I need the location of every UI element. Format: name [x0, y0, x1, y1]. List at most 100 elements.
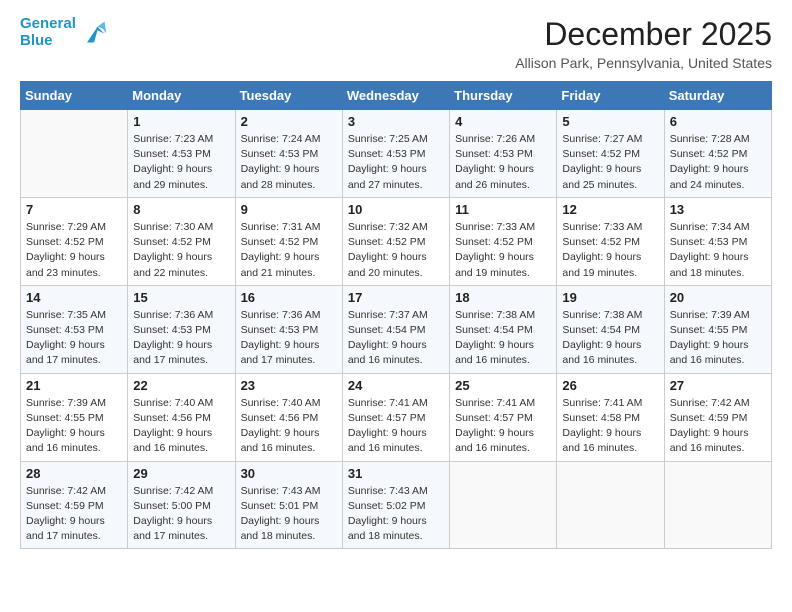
calendar-cell: 26 Sunrise: 7:41 AMSunset: 4:58 PMDayligh… — [557, 373, 664, 461]
day-number: 19 — [562, 290, 658, 305]
day-info: Sunrise: 7:43 AMSunset: 5:01 PMDaylight:… — [241, 484, 337, 545]
calendar-cell: 29 Sunrise: 7:42 AMSunset: 5:00 PMDayligh… — [128, 461, 235, 549]
day-number: 31 — [348, 466, 444, 481]
calendar-cell: 19 Sunrise: 7:38 AMSunset: 4:54 PMDayligh… — [557, 285, 664, 373]
day-number: 9 — [241, 202, 337, 217]
day-info: Sunrise: 7:42 AMSunset: 5:00 PMDaylight:… — [133, 484, 229, 545]
calendar-cell: 21Sunrise: 7:39 AMSunset: 4:55 PMDayligh… — [21, 373, 128, 461]
calendar-cell — [450, 461, 557, 549]
calendar-cell: 24 Sunrise: 7:41 AMSunset: 4:57 PMDayligh… — [342, 373, 449, 461]
day-number: 14 — [26, 290, 122, 305]
calendar-cell: 9Sunrise: 7:31 AMSunset: 4:52 PMDaylight… — [235, 197, 342, 285]
day-info: Sunrise: 7:33 AMSunset: 4:52 PMDaylight:… — [455, 220, 551, 281]
calendar-cell: 27Sunrise: 7:42 AMSunset: 4:59 PMDayligh… — [664, 373, 771, 461]
day-number: 17 — [348, 290, 444, 305]
day-info: Sunrise: 7:29 AMSunset: 4:52 PMDaylight:… — [26, 220, 122, 281]
weekday-header-monday: Monday — [128, 82, 235, 110]
day-info: Sunrise: 7:35 AMSunset: 4:53 PMDaylight:… — [26, 308, 122, 369]
day-info: Sunrise: 7:41 AMSunset: 4:57 PMDaylight:… — [455, 396, 551, 457]
calendar-cell — [557, 461, 664, 549]
day-info: Sunrise: 7:41 AMSunset: 4:58 PMDaylight:… — [562, 396, 658, 457]
day-number: 30 — [241, 466, 337, 481]
calendar-cell: 10 Sunrise: 7:32 AMSunset: 4:52 PMDayligh… — [342, 197, 449, 285]
day-info: Sunrise: 7:27 AMSunset: 4:52 PMDaylight:… — [562, 132, 658, 193]
day-info: Sunrise: 7:42 AMSunset: 4:59 PMDaylight:… — [670, 396, 766, 457]
day-info: Sunrise: 7:39 AMSunset: 4:55 PMDaylight:… — [670, 308, 766, 369]
calendar-cell: 22 Sunrise: 7:40 AMSunset: 4:56 PMDayligh… — [128, 373, 235, 461]
calendar-week-4: 21Sunrise: 7:39 AMSunset: 4:55 PMDayligh… — [21, 373, 772, 461]
day-number: 5 — [562, 114, 658, 129]
day-number: 4 — [455, 114, 551, 129]
day-info: Sunrise: 7:23 AMSunset: 4:53 PMDaylight:… — [133, 132, 229, 193]
main-title: December 2025 — [515, 16, 772, 53]
day-info: Sunrise: 7:40 AMSunset: 4:56 PMDaylight:… — [133, 396, 229, 457]
weekday-header-sunday: Sunday — [21, 82, 128, 110]
calendar-cell: 18 Sunrise: 7:38 AMSunset: 4:54 PMDayligh… — [450, 285, 557, 373]
day-number: 8 — [133, 202, 229, 217]
day-info: Sunrise: 7:34 AMSunset: 4:53 PMDaylight:… — [670, 220, 766, 281]
day-number: 1 — [133, 114, 229, 129]
title-area: December 2025 Allison Park, Pennsylvania… — [515, 16, 772, 71]
calendar-week-2: 7Sunrise: 7:29 AMSunset: 4:52 PMDaylight… — [21, 197, 772, 285]
day-info: Sunrise: 7:30 AMSunset: 4:52 PMDaylight:… — [133, 220, 229, 281]
day-number: 11 — [455, 202, 551, 217]
day-number: 25 — [455, 378, 551, 393]
day-number: 28 — [26, 466, 122, 481]
calendar-cell: 15 Sunrise: 7:36 AMSunset: 4:53 PMDayligh… — [128, 285, 235, 373]
day-number: 29 — [133, 466, 229, 481]
day-info: Sunrise: 7:36 AMSunset: 4:53 PMDaylight:… — [241, 308, 337, 369]
day-info: Sunrise: 7:38 AMSunset: 4:54 PMDaylight:… — [455, 308, 551, 369]
calendar-cell: 16 Sunrise: 7:36 AMSunset: 4:53 PMDayligh… — [235, 285, 342, 373]
calendar-cell: 5 Sunrise: 7:27 AMSunset: 4:52 PMDaylight… — [557, 110, 664, 198]
day-number: 26 — [562, 378, 658, 393]
day-number: 3 — [348, 114, 444, 129]
weekday-header-wednesday: Wednesday — [342, 82, 449, 110]
day-number: 20 — [670, 290, 766, 305]
day-info: Sunrise: 7:38 AMSunset: 4:54 PMDaylight:… — [562, 308, 658, 369]
calendar-cell: 8 Sunrise: 7:30 AMSunset: 4:52 PMDaylight… — [128, 197, 235, 285]
day-number: 16 — [241, 290, 337, 305]
calendar-cell: 30 Sunrise: 7:43 AMSunset: 5:01 PMDayligh… — [235, 461, 342, 549]
calendar-week-1: 1 Sunrise: 7:23 AMSunset: 4:53 PMDaylight… — [21, 110, 772, 198]
calendar-cell: 4Sunrise: 7:26 AMSunset: 4:53 PMDaylight… — [450, 110, 557, 198]
day-info: Sunrise: 7:42 AMSunset: 4:59 PMDaylight:… — [26, 484, 122, 545]
logo-text: GeneralBlue — [20, 16, 76, 49]
calendar-cell: 31Sunrise: 7:43 AMSunset: 5:02 PMDayligh… — [342, 461, 449, 549]
calendar-table: SundayMondayTuesdayWednesdayThursdayFrid… — [20, 81, 772, 549]
calendar-cell: 6 Sunrise: 7:28 AMSunset: 4:52 PMDaylight… — [664, 110, 771, 198]
day-number: 21 — [26, 378, 122, 393]
weekday-header-saturday: Saturday — [664, 82, 771, 110]
day-info: Sunrise: 7:33 AMSunset: 4:52 PMDaylight:… — [562, 220, 658, 281]
day-info: Sunrise: 7:40 AMSunset: 4:56 PMDaylight:… — [241, 396, 337, 457]
calendar-cell: 1 Sunrise: 7:23 AMSunset: 4:53 PMDaylight… — [128, 110, 235, 198]
day-info: Sunrise: 7:24 AMSunset: 4:53 PMDaylight:… — [241, 132, 337, 193]
day-number: 2 — [241, 114, 337, 129]
day-number: 10 — [348, 202, 444, 217]
day-number: 12 — [562, 202, 658, 217]
calendar-header: SundayMondayTuesdayWednesdayThursdayFrid… — [21, 82, 772, 110]
calendar-cell: 11 Sunrise: 7:33 AMSunset: 4:52 PMDayligh… — [450, 197, 557, 285]
calendar-cell: 7Sunrise: 7:29 AMSunset: 4:52 PMDaylight… — [21, 197, 128, 285]
weekday-header-thursday: Thursday — [450, 82, 557, 110]
day-number: 23 — [241, 378, 337, 393]
day-number: 6 — [670, 114, 766, 129]
day-number: 18 — [455, 290, 551, 305]
day-info: Sunrise: 7:41 AMSunset: 4:57 PMDaylight:… — [348, 396, 444, 457]
calendar-week-5: 28 Sunrise: 7:42 AMSunset: 4:59 PMDayligh… — [21, 461, 772, 549]
day-info: Sunrise: 7:32 AMSunset: 4:52 PMDaylight:… — [348, 220, 444, 281]
day-number: 22 — [133, 378, 229, 393]
day-number: 24 — [348, 378, 444, 393]
calendar-cell: 3Sunrise: 7:25 AMSunset: 4:53 PMDaylight… — [342, 110, 449, 198]
weekday-header-friday: Friday — [557, 82, 664, 110]
calendar-cell: 28 Sunrise: 7:42 AMSunset: 4:59 PMDayligh… — [21, 461, 128, 549]
subtitle: Allison Park, Pennsylvania, United State… — [515, 55, 772, 71]
day-info: Sunrise: 7:36 AMSunset: 4:53 PMDaylight:… — [133, 308, 229, 369]
day-number: 15 — [133, 290, 229, 305]
day-number: 13 — [670, 202, 766, 217]
calendar-cell: 17Sunrise: 7:37 AMSunset: 4:54 PMDayligh… — [342, 285, 449, 373]
calendar-cell: 23 Sunrise: 7:40 AMSunset: 4:56 PMDayligh… — [235, 373, 342, 461]
day-info: Sunrise: 7:28 AMSunset: 4:52 PMDaylight:… — [670, 132, 766, 193]
logo-icon — [80, 18, 108, 46]
calendar-cell: 12 Sunrise: 7:33 AMSunset: 4:52 PMDayligh… — [557, 197, 664, 285]
weekday-header-tuesday: Tuesday — [235, 82, 342, 110]
